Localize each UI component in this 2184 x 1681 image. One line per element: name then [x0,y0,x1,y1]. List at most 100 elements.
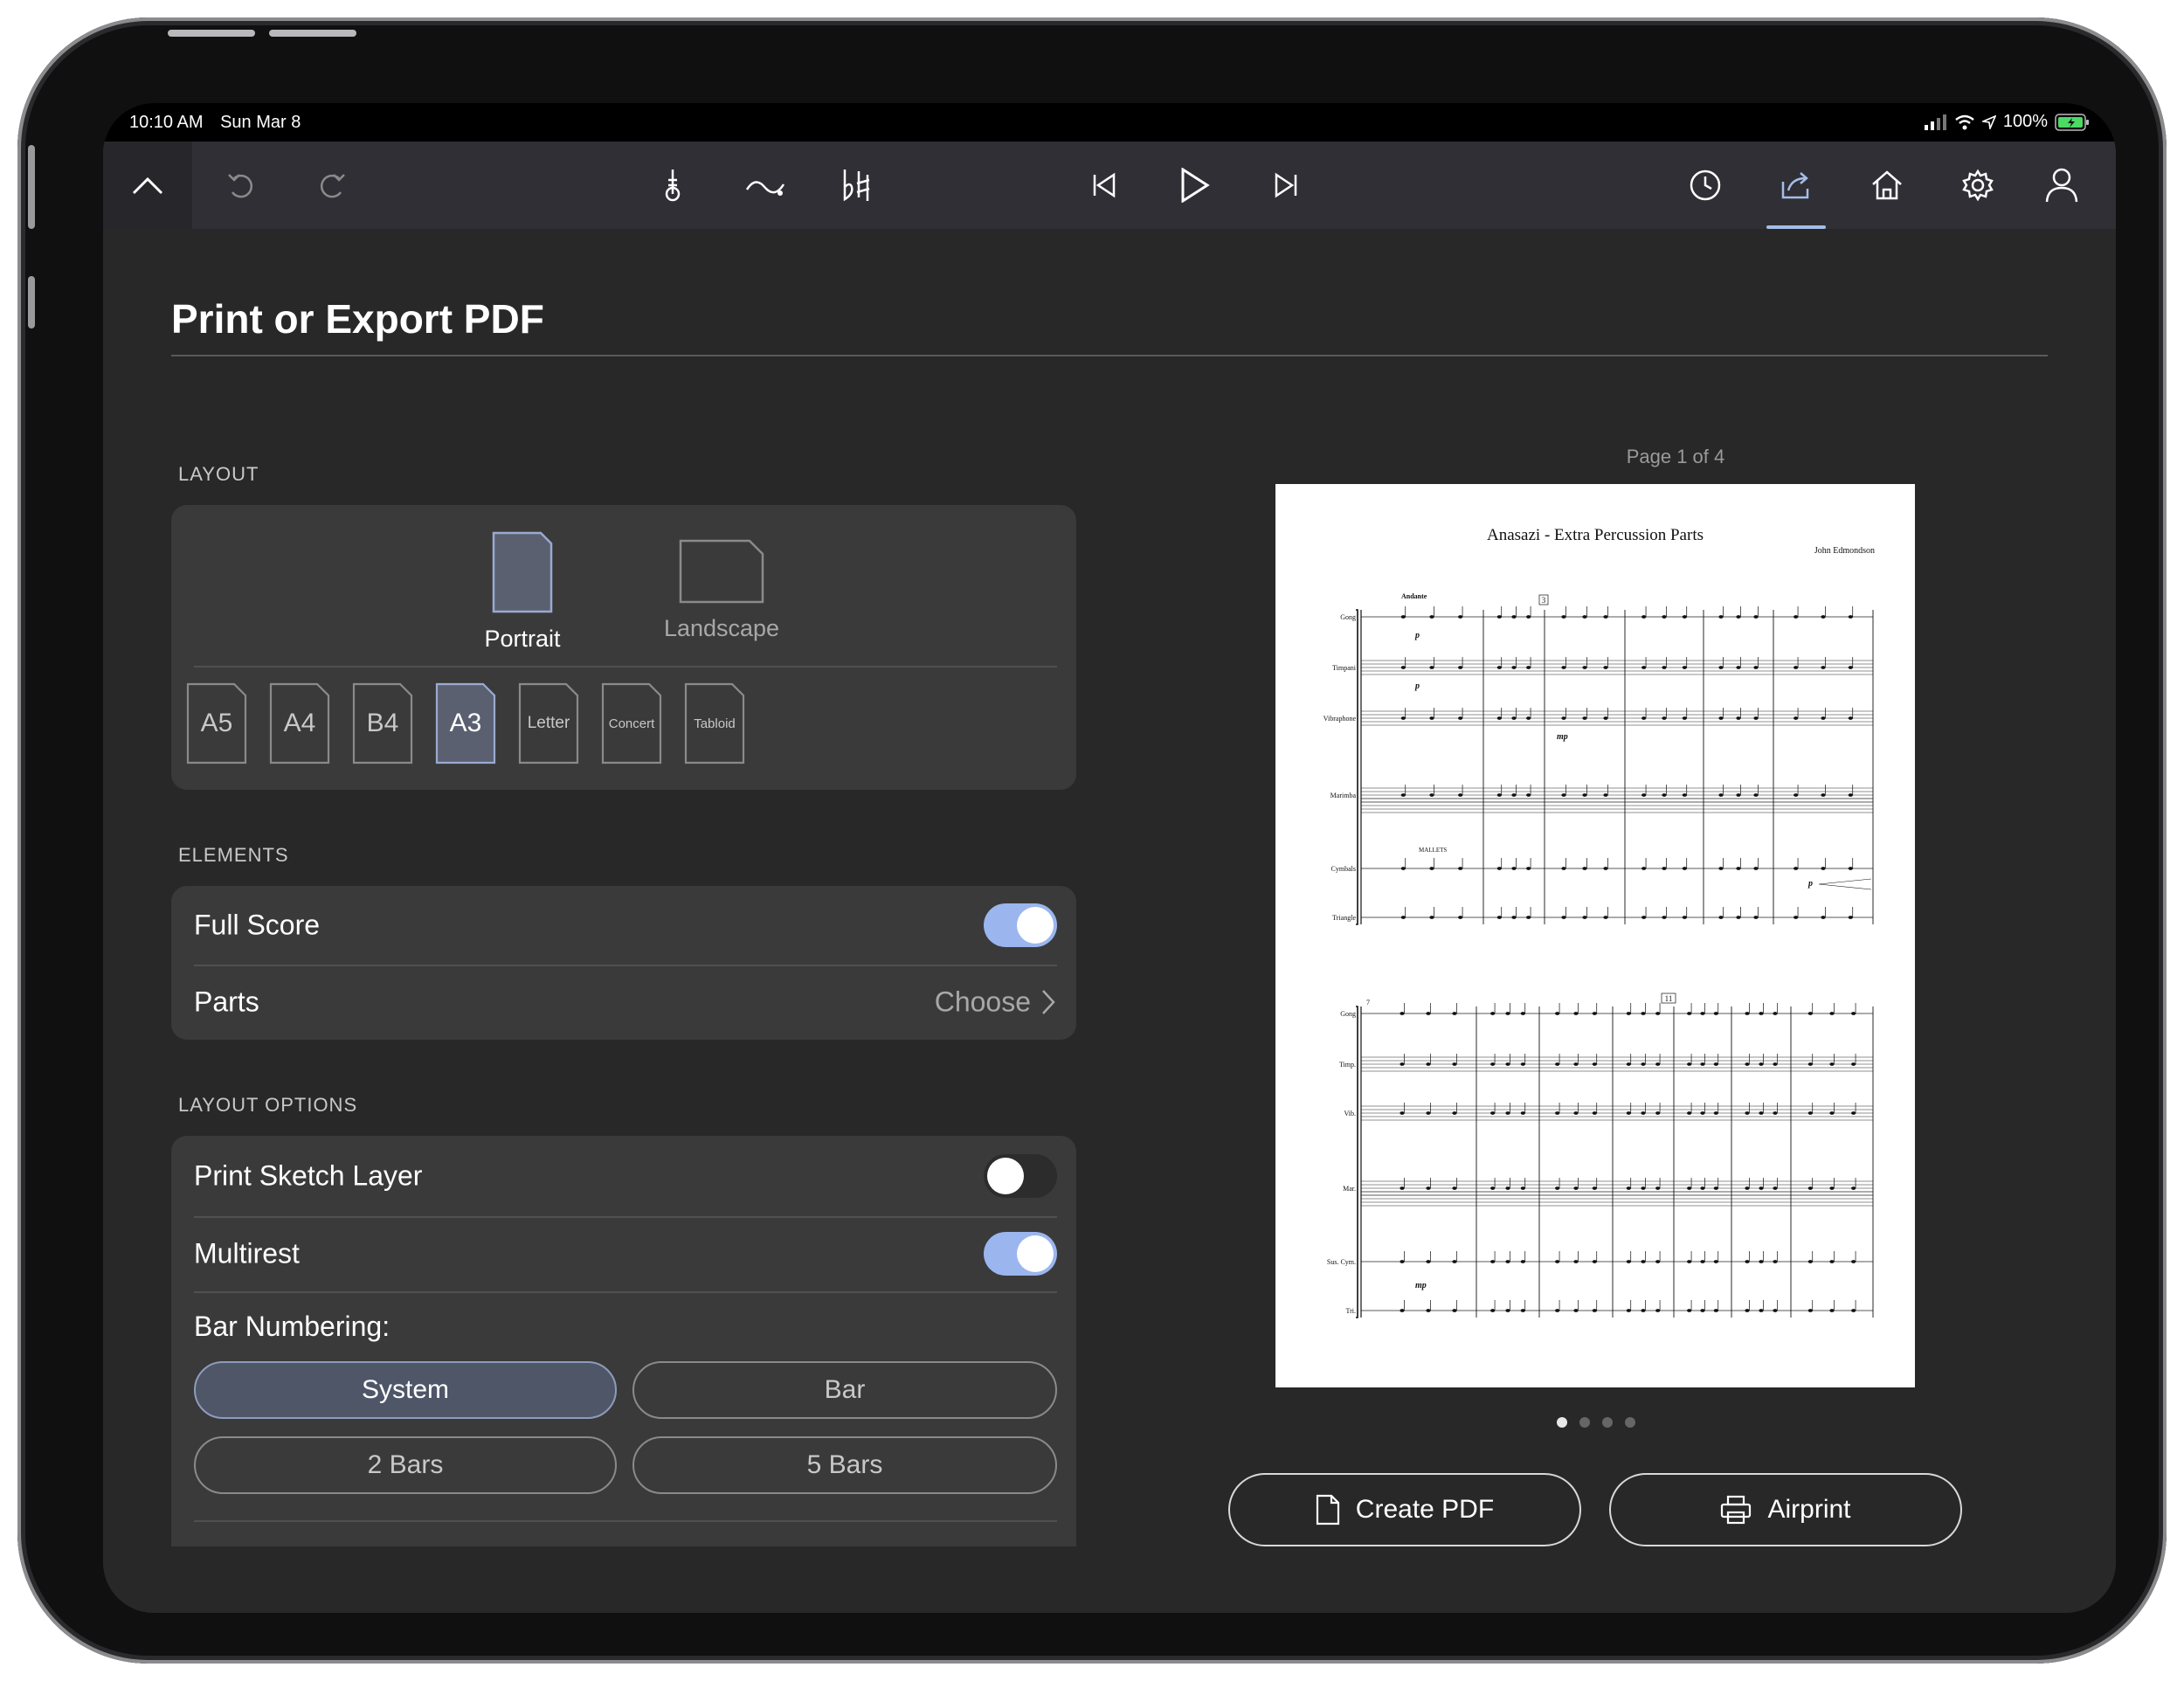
instrument-label: Gong [1340,1010,1356,1018]
note-head [1759,1186,1764,1190]
score-notation: Gong Timpani Vibraphone Marimba Cymbals Trian… [1324,594,1874,1318]
score-preview-svg: Anasazi - Extra Percussion Parts John Ed… [1324,526,1875,1318]
note-head [1429,867,1434,870]
airprint-label: Airprint [1767,1495,1851,1524]
home-button[interactable] [1842,142,1932,229]
note-head [1505,1260,1510,1263]
instrument-label: Vibraphone [1324,715,1357,723]
page-dots[interactable] [1557,1417,1635,1428]
page-dot [1625,1417,1635,1428]
skip-forward-button[interactable] [1241,142,1331,229]
undo-button[interactable] [196,142,287,229]
paper-size-letter[interactable]: Letter [517,681,580,765]
note-head [1655,1309,1661,1312]
note-head [1700,1111,1705,1115]
note-head [1452,1012,1457,1015]
note-head [1505,1186,1510,1190]
metronome-icon [665,169,681,202]
note-head [1505,1012,1510,1015]
note-head [1592,1062,1597,1066]
paper-size-a5[interactable]: A5 [185,681,248,765]
paper-size-label: B4 [366,709,399,737]
note-head [1561,793,1566,797]
note-head [1848,615,1853,619]
mallets-instruction: MALLETS [1419,847,1447,854]
note-head [1687,1186,1692,1190]
create-pdf-button[interactable]: Create PDF [1228,1473,1581,1546]
portrait-option[interactable]: Portrait [435,529,610,653]
screen: 10:10 AM Sun Mar 8 100% Print or Export … [103,103,2116,1613]
system-bracket [1356,609,1358,925]
note-head [1626,1309,1631,1312]
note-head [1753,615,1759,619]
tie-button[interactable] [720,142,811,229]
landscape-page-icon [679,539,764,604]
note-head [1682,615,1687,619]
note-head [1794,615,1799,619]
settings-button[interactable] [1932,142,2023,229]
note-head [1592,1111,1597,1115]
note-head [1682,867,1687,870]
side-button [28,145,35,229]
play-button[interactable] [1150,142,1241,229]
account-button[interactable] [2016,142,2107,229]
bar-numbering-bar-button[interactable]: Bar [632,1361,1057,1419]
paper-size-label: Tabloid [694,716,736,731]
parts-row[interactable]: Parts Choose [194,965,1057,1040]
print-sketch-layer-toggle[interactable] [984,1154,1057,1198]
note-head [1713,1062,1718,1066]
note-head [1426,1062,1431,1066]
paper-size-concert[interactable]: Concert [600,681,663,765]
note-head [1753,666,1759,669]
note-head [1700,1309,1705,1312]
tie-icon [745,181,785,196]
note-head [1626,1012,1631,1015]
paper-size-a4[interactable]: A4 [268,681,331,765]
note-head [1573,1309,1579,1312]
note-head [1520,1309,1525,1312]
note-head [1582,666,1587,669]
print-export-panel: Print or Export PDF LAYOUT Portrait Land… [103,229,2116,1613]
share-tab-button[interactable] [1751,142,1842,229]
note-head [1829,1111,1835,1115]
score-preview-page[interactable]: Anasazi - Extra Percussion Parts John Ed… [1275,484,1915,1387]
note-head [1807,1309,1813,1312]
paper-size-b4[interactable]: B4 [351,681,414,765]
landscape-label: Landscape [663,615,780,641]
bar-numbering-system-button[interactable]: System [194,1361,617,1419]
paper-size-tabloid[interactable]: Tabloid [683,681,746,765]
note-head [1718,615,1724,619]
note-head [1807,1012,1813,1015]
full-score-toggle[interactable] [984,903,1057,947]
layout-section-label: LAYOUT [178,463,259,485]
history-button[interactable] [1660,142,1751,229]
note-head [1511,867,1517,870]
note-head [1773,1186,1778,1190]
metronome-button[interactable] [627,142,718,229]
multirest-toggle[interactable] [984,1232,1057,1276]
page-title: Print or Export PDF [171,296,544,342]
note-head [1603,793,1608,797]
bar-numbering-2-bars-button[interactable]: 2 Bars [194,1436,617,1494]
landscape-option[interactable]: Landscape [634,538,809,642]
redo-button[interactable] [287,142,377,229]
accidentals-button[interactable] [811,142,902,229]
note-head [1736,916,1741,919]
note-head [1458,793,1463,797]
note-head [1736,793,1741,797]
dynamic-marking: p [1414,631,1420,640]
skip-back-button[interactable] [1059,142,1150,229]
collapse-toolbar-button[interactable] [103,142,192,229]
note-head [1429,716,1434,720]
note-head [1713,1012,1718,1015]
note-head [1400,793,1406,797]
bar-numbering-5-bars-button[interactable]: 5 Bars [632,1436,1057,1494]
note-head [1452,1062,1457,1066]
note-head [1773,1062,1778,1066]
note-head [1490,1111,1496,1115]
paper-size-a3[interactable]: A3 [434,681,497,765]
note-head [1682,793,1687,797]
airprint-button[interactable]: Airprint [1609,1473,1962,1546]
note-head [1773,1111,1778,1115]
note-head [1753,867,1759,870]
